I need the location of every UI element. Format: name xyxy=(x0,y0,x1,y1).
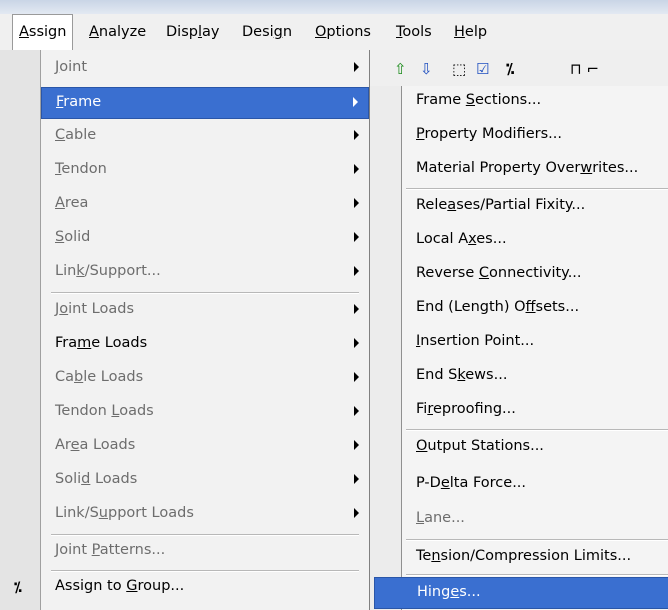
menu-item-property-modifiers[interactable]: Property Modifiers... xyxy=(402,120,668,152)
chevron-right-icon xyxy=(354,164,359,174)
menu-tools[interactable]: Tools xyxy=(390,14,438,50)
menu-item-cable[interactable]: Cable xyxy=(41,121,369,153)
chevron-right-icon xyxy=(354,406,359,416)
menu-item-p-delta-force[interactable]: P-Delta Force... xyxy=(402,469,668,501)
chevron-right-icon xyxy=(354,198,359,208)
menu-item-assign-to-group[interactable]: Assign to Group... xyxy=(41,572,369,604)
menu-item-reverse-connectivity[interactable]: Reverse Connectivity... xyxy=(402,259,668,291)
menu-analyze[interactable]: Analyze xyxy=(83,14,152,50)
left-toolbar-strip xyxy=(0,50,40,610)
menu-item-hinges[interactable]: Hinges... xyxy=(374,577,668,609)
chevron-right-icon xyxy=(354,266,359,276)
menu-item-frame[interactable]: Frame xyxy=(41,87,369,119)
menu-display[interactable]: Display xyxy=(160,14,225,50)
menu-item-releases-partial-fixity[interactable]: Releases/Partial Fixity... xyxy=(402,191,668,223)
menu-item-joint[interactable]: Joint xyxy=(41,53,369,85)
menu-item-area[interactable]: Area xyxy=(41,189,369,221)
menu-assign[interactable]: Assign xyxy=(12,14,74,50)
chevron-right-icon xyxy=(354,508,359,518)
menu-separator xyxy=(406,539,668,541)
chevron-right-icon xyxy=(354,130,359,140)
window-title-strip xyxy=(0,0,668,14)
chevron-right-icon xyxy=(354,440,359,450)
menu-item-end-skews[interactable]: End Skews... xyxy=(402,361,668,393)
checkbox-icon[interactable]: ☑ xyxy=(476,60,489,78)
menu-item-joint-patterns[interactable]: Joint Patterns... xyxy=(41,536,369,568)
menu-item-link-support-loads[interactable]: Link/Support Loads xyxy=(41,499,369,531)
menu-item-fireproofing[interactable]: Fireproofing... xyxy=(402,395,668,427)
chevron-right-icon xyxy=(354,232,359,242)
menu-item-tendon[interactable]: Tendon xyxy=(41,155,369,187)
menu-separator xyxy=(406,429,668,431)
menu-separator xyxy=(406,188,668,190)
toolbar: ⇧ ⇩ ⬚ ☑ ⁒ ⊓ ⌐ xyxy=(370,50,668,87)
chevron-right-icon xyxy=(354,62,359,72)
percent-icon[interactable]: ⁒ xyxy=(14,580,22,596)
down-arrow-icon[interactable]: ⇩ xyxy=(420,60,433,78)
menubar: Assign Analyze Display Design Options To… xyxy=(0,14,668,51)
menu-help[interactable]: Help xyxy=(448,14,493,50)
menu-item-cable-loads[interactable]: Cable Loads xyxy=(41,363,369,395)
menu-item-frame-sections[interactable]: Frame Sections... xyxy=(402,86,668,118)
menu-item-joint-loads[interactable]: Joint Loads xyxy=(41,295,369,327)
percent-icon[interactable]: ⁒ xyxy=(506,60,514,78)
menu-item-insertion-point[interactable]: Insertion Point... xyxy=(402,327,668,359)
menu-separator xyxy=(406,574,668,576)
menu-item-solid[interactable]: Solid xyxy=(41,223,369,255)
menu-item-lane[interactable]: Lane... xyxy=(402,504,668,536)
chevron-right-icon xyxy=(354,372,359,382)
menu-separator xyxy=(51,292,359,294)
assign-menu: Joint Frame Cable Tendon Area Solid Link… xyxy=(40,50,370,610)
chevron-right-icon xyxy=(354,474,359,484)
menu-item-output-stations[interactable]: Output Stations... xyxy=(402,432,668,464)
menu-item-area-loads[interactable]: Area Loads xyxy=(41,431,369,463)
chevron-right-icon xyxy=(353,97,358,107)
menu-item-link-support[interactable]: Link/Support... xyxy=(41,257,369,289)
menu-design[interactable]: Design xyxy=(236,14,298,50)
menu-item-local-axes[interactable]: Local Axes... xyxy=(402,225,668,257)
frame-submenu: Frame Sections... Property Modifiers... … xyxy=(374,86,668,610)
menu-item-end-length-offsets[interactable]: End (Length) Offsets... xyxy=(402,293,668,325)
menu-item-material-property-overwrites[interactable]: Material Property Overwrites... xyxy=(402,154,668,186)
up-arrow-icon[interactable]: ⇧ xyxy=(394,60,407,78)
menu-item-tension-compression-limits[interactable]: Tension/Compression Limits... xyxy=(402,542,668,574)
menu-item-solid-loads[interactable]: Solid Loads xyxy=(41,465,369,497)
select-icon[interactable]: ⬚ xyxy=(452,60,466,78)
menu-item-tendon-loads[interactable]: Tendon Loads xyxy=(41,397,369,429)
menu-options[interactable]: Options xyxy=(309,14,377,50)
chevron-right-icon xyxy=(354,304,359,314)
menu-item-frame-loads[interactable]: Frame Loads xyxy=(41,329,369,361)
frame-icon[interactable]: ⊓ ⌐ xyxy=(570,60,599,78)
chevron-right-icon xyxy=(354,338,359,348)
